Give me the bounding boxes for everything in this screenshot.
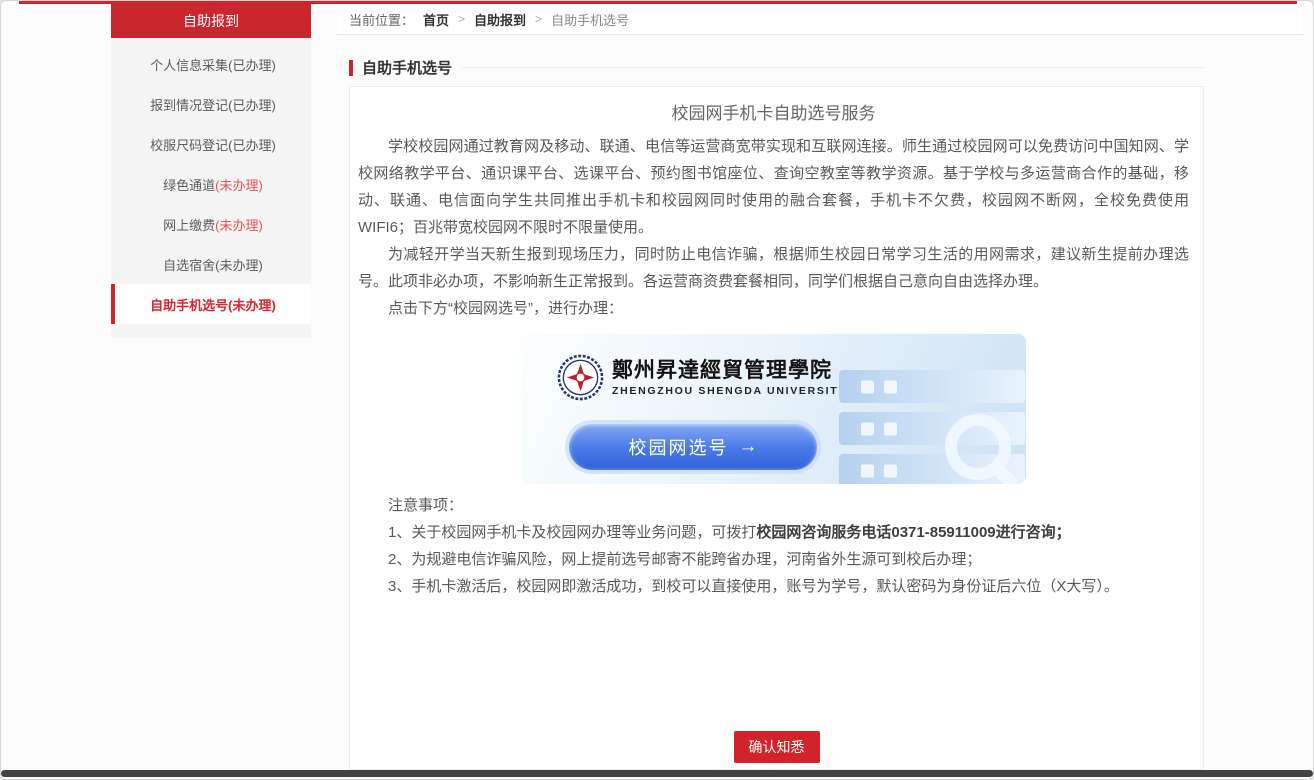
sidebar-menu: 个人信息采集(已办理) 报到情况登记(已办理) 校服尺码登记(已办理) 绿色通道… — [111, 38, 311, 338]
section-accent-bar — [349, 60, 353, 76]
confirm-acknowledge-button[interactable]: 确认知悉 — [734, 731, 820, 763]
sidebar-item-dorm-selection[interactable]: 自选宿舍(未办理) — [111, 244, 311, 284]
sidebar-item-status: (未办理) — [215, 255, 263, 274]
breadcrumb-separator: > — [458, 12, 465, 26]
sidebar-item-green-channel[interactable]: 绿色通道(未办理) — [111, 164, 311, 204]
sidebar-item-label: 网上缴费 — [163, 215, 215, 234]
sidebar-item-status: (未办理) — [215, 175, 263, 194]
bottom-dark-bar — [1, 770, 1313, 777]
main-area: 当前位置： 首页 > 自助报到 > 自助手机选号 自助手机选号 校园网手机卡自助… — [337, 4, 1303, 770]
sidebar-item-label: 校服尺码登记 — [150, 135, 228, 154]
sidebar-item-status: (已办理) — [228, 55, 276, 74]
article-paragraph-1: 学校校园网通过教育网及移动、联通、电信等运营商宽带实现和互联网连接。师生通过校园… — [358, 133, 1189, 241]
arrow-right-icon: → — [739, 436, 758, 458]
university-logo-icon — [557, 354, 604, 401]
note-1: 1、关于校园网手机卡及校园网办理等业务问题，可拨打校园网咨询服务电话0371-8… — [358, 519, 1189, 546]
sidebar-item-personal-info[interactable]: 个人信息采集(已办理) — [111, 44, 311, 84]
page-title: 自助手机选号 — [362, 57, 452, 78]
university-name-block: 鄭州昇達經貿管理學院 ZHENGZHOU SHENGDA UNIVERSITY — [612, 358, 847, 396]
breadcrumb-link-home[interactable]: 首页 — [423, 10, 449, 29]
section-header: 自助手机选号 — [349, 57, 1204, 78]
breadcrumb-current: 自助手机选号 — [551, 10, 629, 29]
note-2: 2、为规避电信诈骗风险，网上提前选号邮寄不能跨省办理，河南省外生源可到校后办理； — [358, 546, 1189, 573]
article-paragraph-2: 为减轻开学当天新生报到现场压力，同时防止电信诈骗，根据师生校园日常学习生活的用网… — [358, 241, 1189, 295]
sidebar-item-online-payment[interactable]: 网上缴费(未办理) — [111, 204, 311, 244]
notes-heading: 注意事项： — [358, 492, 1189, 519]
sidebar-item-label: 绿色通道 — [163, 175, 215, 194]
sidebar-item-status: (已办理) — [228, 135, 276, 154]
university-logo-row: 鄭州昇達經貿管理學院 ZHENGZHOU SHENGDA UNIVERSITY — [557, 354, 847, 401]
hotline-phone-number: 校园网咨询服务电话0371-85911009进行咨询 — [756, 524, 1055, 541]
university-name-en: ZHENGZHOU SHENGDA UNIVERSITY — [612, 385, 847, 397]
sidebar-item-status: (已办理) — [228, 95, 276, 114]
university-name-cn: 鄭州昇達經貿管理學院 — [612, 358, 847, 382]
sidebar-header: 自助报到 — [111, 4, 311, 38]
breadcrumb-prefix: 当前位置： — [349, 10, 414, 29]
breadcrumb-link-self-checkin[interactable]: 自助报到 — [474, 10, 526, 29]
sidebar-item-label: 自助手机选号 — [150, 295, 228, 314]
sidebar-item-label: 报到情况登记 — [150, 95, 228, 114]
campus-network-select-number-button[interactable]: 校园网选号 → — [569, 424, 817, 470]
sidebar-item-status: (未办理) — [228, 295, 276, 314]
sidebar-item-status: (未办理) — [215, 215, 263, 234]
sidebar: 自助报到 个人信息采集(已办理) 报到情况登记(已办理) 校服尺码登记(已办理)… — [111, 4, 311, 338]
content-panel: 校园网手机卡自助选号服务 学校校园网通过教育网及移动、联通、电信等运营商宽带实现… — [349, 86, 1204, 770]
app-window: 自助报到 个人信息采集(已办理) 报到情况登记(已办理) 校服尺码登记(已办理)… — [0, 0, 1314, 780]
campus-network-banner[interactable]: 鄭州昇達經貿管理學院 ZHENGZHOU SHENGDA UNIVERSITY … — [521, 334, 1026, 484]
section-divider-line — [462, 67, 1204, 68]
sidebar-item-phone-number-selection[interactable]: 自助手机选号(未办理) — [111, 284, 311, 324]
sidebar-item-label: 自选宿舍 — [163, 255, 215, 274]
note-3: 3、手机卡激活后，校园网即激活成功，到校可以直接使用，账号为学号，默认密码为身份… — [358, 573, 1189, 600]
article-title: 校园网手机卡自助选号服务 — [358, 101, 1189, 127]
breadcrumb-separator: > — [535, 12, 542, 26]
sidebar-item-label: 个人信息采集 — [150, 55, 228, 74]
server-rack-bar-icon — [839, 370, 1025, 403]
sidebar-item-uniform-size[interactable]: 校服尺码登记(已办理) — [111, 124, 311, 164]
article-paragraph-3: 点击下方“校园网选号”，进行办理： — [358, 295, 1189, 322]
cta-button-label: 校园网选号 — [629, 434, 729, 460]
breadcrumb: 当前位置： 首页 > 自助报到 > 自助手机选号 — [337, 4, 1303, 35]
sidebar-item-checkin-register[interactable]: 报到情况登记(已办理) — [111, 84, 311, 124]
